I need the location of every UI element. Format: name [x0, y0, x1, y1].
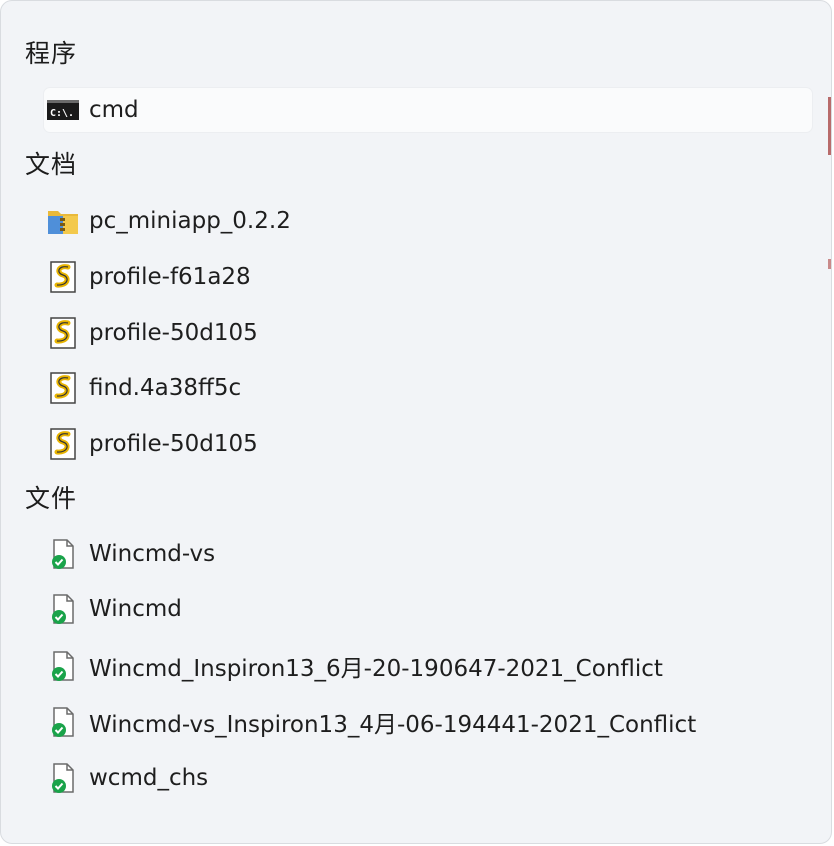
result-item-profile-50d105[interactable]: profile-50d105	[44, 311, 812, 355]
result-item-profile-f61a28[interactable]: profile-f61a28	[44, 255, 812, 299]
result-item-label: profile-50d105	[89, 431, 258, 457]
command-prompt-icon: C:\.	[46, 93, 80, 127]
result-item-wincmd[interactable]: Wincmd	[44, 587, 812, 631]
result-item-label: Wincmd	[89, 596, 182, 622]
script-file-icon	[46, 371, 80, 405]
result-item-label: cmd	[89, 97, 139, 123]
result-item-label: Wincmd-vs_Inspiron13_4月-06-194441-2021_C…	[89, 712, 697, 738]
synced-file-icon	[46, 761, 80, 795]
result-item-label: wcmd_chs	[89, 765, 209, 791]
svg-text:C:\.: C:\.	[50, 108, 74, 119]
scrollbar-track[interactable]	[828, 97, 831, 155]
result-item-label: profile-50d105	[89, 320, 258, 346]
result-item-profile-50d105-2[interactable]: profile-50d105	[44, 422, 812, 466]
script-file-icon	[46, 427, 80, 461]
result-item-label: find.4a38ff5c	[89, 375, 242, 401]
result-item-cmd[interactable]: C:\. cmd	[44, 88, 812, 132]
search-results-panel: 程序 C:\. cmd 文档 pc_miniapp_0.2.2 profile-…	[0, 0, 832, 844]
synced-file-icon	[46, 705, 80, 739]
result-item-find[interactable]: find.4a38ff5c	[44, 366, 812, 410]
section-header-programs: 程序	[25, 39, 78, 68]
result-item-wincmd-vs[interactable]: Wincmd-vs	[44, 532, 812, 576]
synced-file-icon	[46, 649, 80, 683]
scrollbar-mark	[828, 259, 831, 269]
result-item-wincmd-conflict-2[interactable]: Wincmd-vs_Inspiron13_4月-06-194441-2021_C…	[44, 700, 812, 744]
script-file-icon	[46, 316, 80, 350]
result-item-wincmd-conflict-1[interactable]: Wincmd_Inspiron13_6月-20-190647-2021_Conf…	[44, 644, 812, 688]
result-item-label: Wincmd-vs	[89, 541, 216, 567]
section-header-files: 文件	[25, 484, 78, 513]
section-header-documents: 文档	[25, 150, 78, 179]
result-item-wcmd-chs[interactable]: wcmd_chs	[44, 756, 812, 800]
synced-file-icon	[46, 537, 80, 571]
result-item-label: pc_miniapp_0.2.2	[89, 208, 291, 234]
result-item-pc-miniapp[interactable]: pc_miniapp_0.2.2	[44, 199, 812, 243]
zip-folder-icon	[46, 204, 80, 238]
script-file-icon	[46, 260, 80, 294]
result-item-label: Wincmd_Inspiron13_6月-20-190647-2021_Conf…	[89, 656, 663, 682]
synced-file-icon	[46, 592, 80, 626]
result-item-label: profile-f61a28	[89, 264, 251, 290]
